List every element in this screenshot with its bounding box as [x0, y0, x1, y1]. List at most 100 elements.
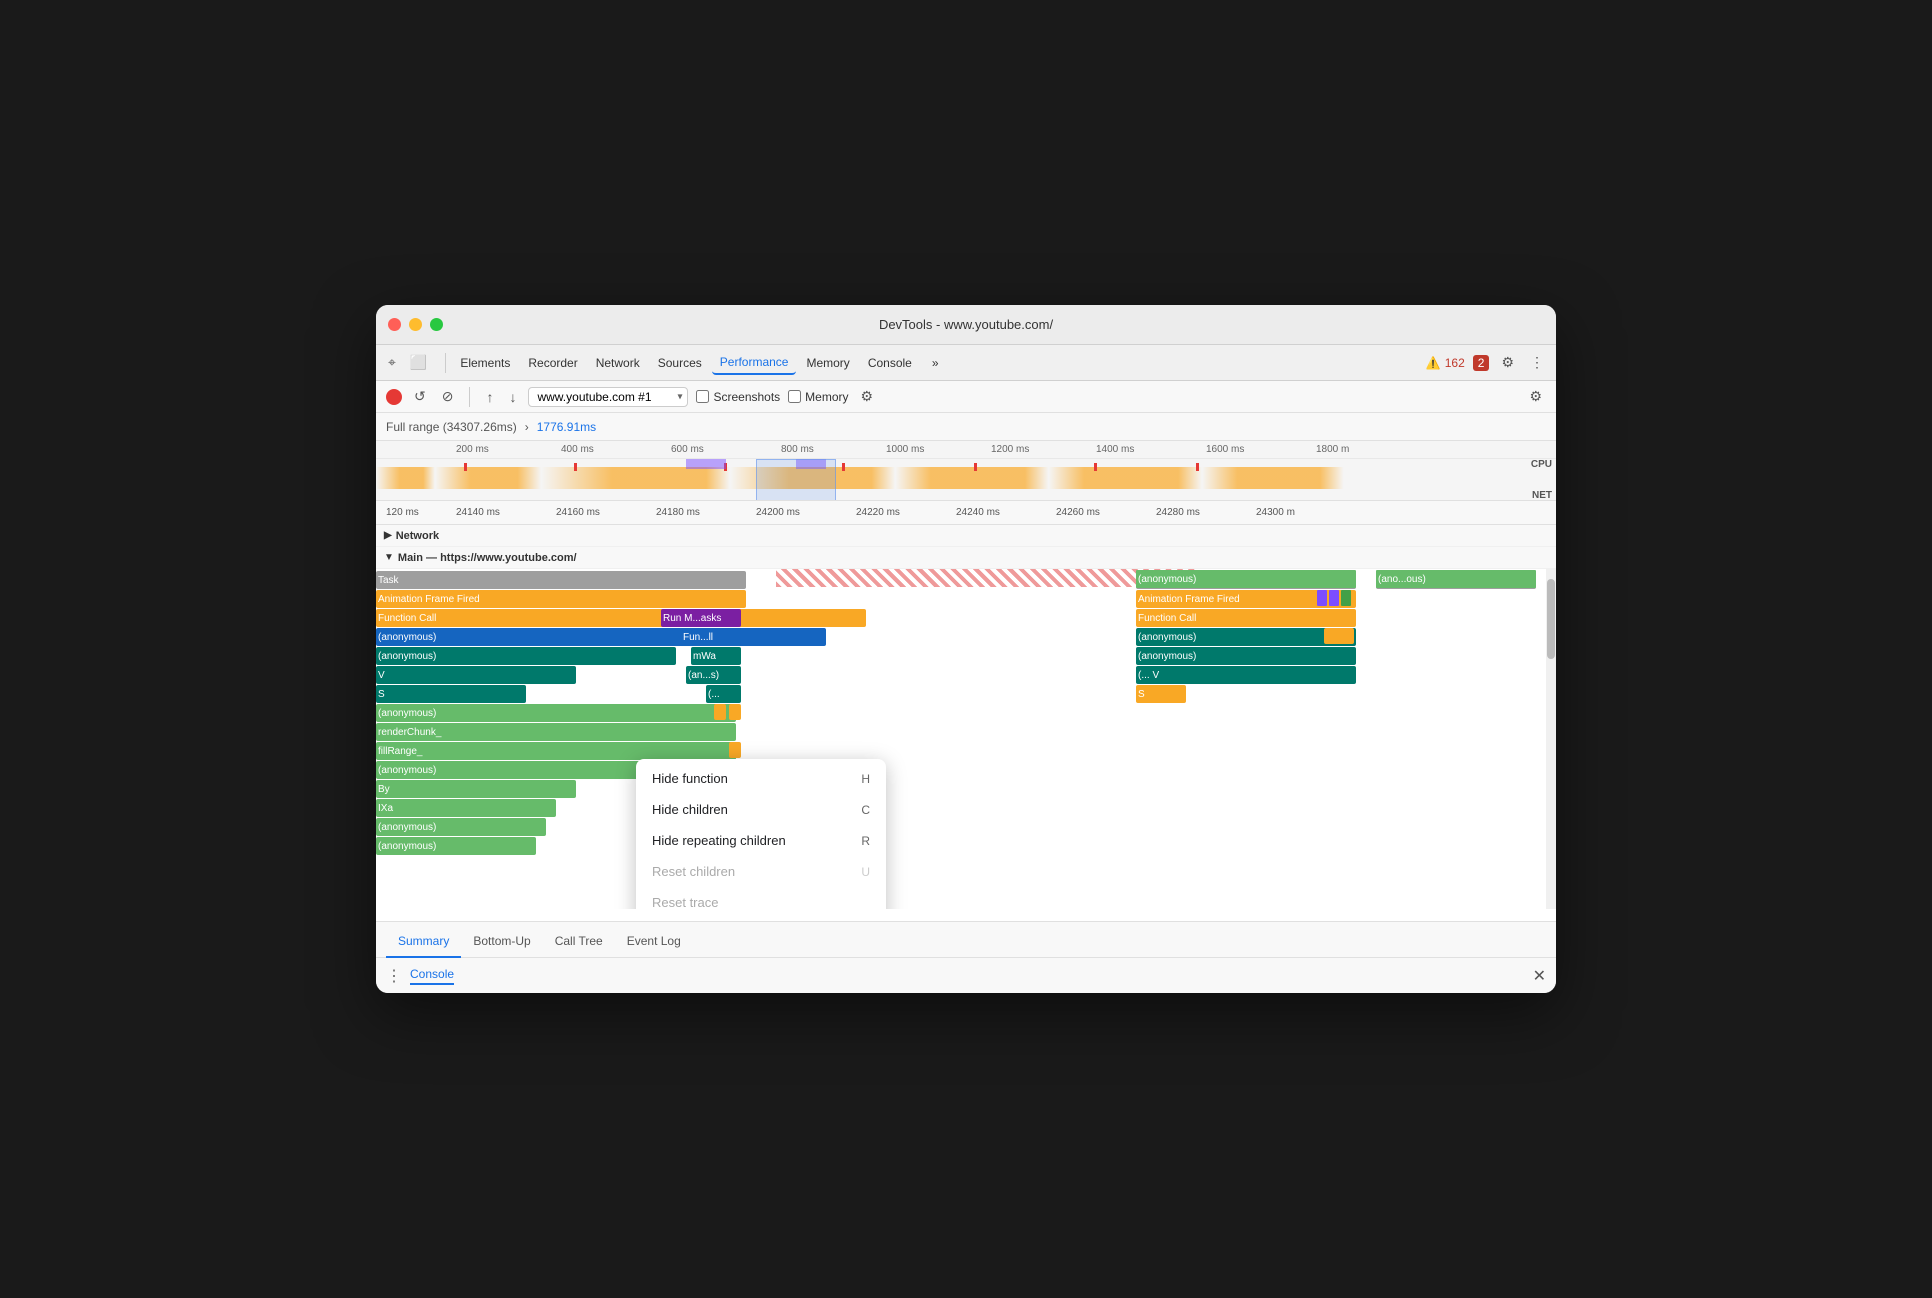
v-bar[interactable]: V — [376, 666, 576, 684]
overview-canvas: NET CPU — [376, 459, 1556, 501]
render-chunk-bar[interactable]: renderChunk_ — [376, 723, 736, 741]
more-options-icon[interactable]: ⋮ — [1526, 352, 1548, 373]
run-microtasks-bar[interactable]: Run M...asks — [661, 609, 741, 627]
red-mark-1 — [464, 463, 467, 471]
fun-ll-bar[interactable]: Fun...ll — [681, 628, 741, 646]
timeline-scrollbar[interactable] — [1546, 569, 1556, 909]
console-more-icon[interactable]: ⋮ — [386, 966, 402, 986]
timeline-tracks: ▶ Network ▼ Main — https://www.youtube.c… — [376, 525, 1556, 921]
timescale-mark-0: 200 ms — [456, 444, 489, 455]
function-call-bar[interactable]: Function Call — [376, 609, 866, 627]
reload-icon[interactable]: ↺ — [410, 386, 430, 407]
settings-icon[interactable]: ⚙ — [1497, 352, 1518, 373]
task-row-3: (anonymous) Fun...ll — [376, 627, 746, 645]
console-label[interactable]: Console — [410, 967, 454, 985]
anon-teal-bar-1[interactable]: (anonymous) — [376, 647, 676, 665]
purple-bar-1 — [686, 459, 726, 469]
anon-green-bar-4[interactable]: (anonymous) — [376, 837, 536, 855]
screenshots-checkbox-label[interactable]: Screenshots — [696, 390, 780, 404]
settings-icon-2[interactable]: ⚙ — [1525, 386, 1546, 407]
ctx-hide-children[interactable]: Hide children C — [636, 794, 886, 825]
flame-col-mid: Task Animation Frame Fired Function Call — [1136, 569, 1356, 855]
close-button[interactable] — [388, 318, 401, 331]
mid-v-bar[interactable]: (... V — [1136, 666, 1356, 684]
timescale-mark-4: 1000 ms — [886, 444, 924, 455]
ctx-hide-repeating[interactable]: Hide repeating children R — [636, 825, 886, 856]
ctx-hide-function-label: Hide function — [652, 771, 728, 786]
cursor-icon[interactable]: ⌖ — [384, 352, 400, 373]
more-tabs-button[interactable]: » — [924, 352, 947, 374]
ctx-hide-children-shortcut: C — [861, 803, 870, 817]
screenshots-checkbox[interactable] — [696, 390, 709, 403]
mid-s-bar[interactable]: S — [1136, 685, 1186, 703]
main-thread-section: ▼ Main — https://www.youtube.com/ — [376, 547, 1556, 569]
mid-s-row: S — [1136, 684, 1356, 702]
tab-bottom-up[interactable]: Bottom-Up — [461, 926, 542, 958]
record-button[interactable] — [386, 389, 402, 405]
tab-network[interactable]: Network — [588, 352, 648, 374]
ixa-bar[interactable]: IXa — [376, 799, 556, 817]
device-icon[interactable]: ⬜ — [406, 352, 431, 373]
fill-range-bar[interactable]: fillRange_ — [376, 742, 736, 760]
timescale-mark-7: 1600 ms — [1206, 444, 1244, 455]
by-bar[interactable]: By — [376, 780, 576, 798]
red-mark-5 — [974, 463, 977, 471]
scrollbar-thumb[interactable] — [1547, 579, 1555, 659]
tab-recorder[interactable]: Recorder — [520, 352, 585, 374]
right-anon-bar-6[interactable]: (ano...ous) — [1376, 570, 1536, 588]
overview-timescale: 200 ms 400 ms 600 ms 800 ms 1000 ms 1200… — [376, 441, 1556, 459]
download-icon[interactable]: ↓ — [505, 387, 520, 407]
paren-bar[interactable]: (... — [706, 685, 741, 703]
flame-chart: Task Animation Frame Fired Function Call… — [376, 569, 1556, 909]
ctx-hide-function[interactable]: Hide function H — [636, 763, 886, 794]
mwa-bar[interactable]: mWa — [691, 647, 741, 665]
main-expand-icon[interactable]: ▼ — [384, 552, 394, 563]
mid-func-row: Function Call — [1136, 608, 1356, 626]
memory-checkbox-label[interactable]: Memory — [788, 390, 848, 404]
clear-icon[interactable]: ⊘ — [438, 386, 458, 407]
tab-console[interactable]: Console — [860, 352, 920, 374]
ts-9: 24300 m — [1256, 507, 1295, 518]
tab-sources[interactable]: Sources — [650, 352, 710, 374]
maximize-button[interactable] — [430, 318, 443, 331]
task-bar-0[interactable]: Task — [376, 571, 746, 589]
animation-frame-bar[interactable]: Animation Frame Fired — [376, 590, 746, 608]
timeline-timescale: 120 ms 24140 ms 24160 ms 24180 ms 24200 … — [376, 501, 1556, 525]
cpu-activity — [376, 467, 1556, 489]
tab-event-log[interactable]: Event Log — [615, 926, 693, 958]
anon-green-bar[interactable]: (anonymous) — [376, 704, 736, 722]
memory-checkbox[interactable] — [788, 390, 801, 403]
capture-settings-icon[interactable]: ⚙ — [857, 386, 878, 407]
purple-ind-2 — [1329, 590, 1339, 606]
main-timeline: 120 ms 24140 ms 24160 ms 24180 ms 24200 … — [376, 501, 1556, 921]
timescale-mark-6: 1400 ms — [1096, 444, 1134, 455]
tab-performance[interactable]: Performance — [712, 351, 797, 375]
mid-func-bar[interactable]: Function Call — [1136, 609, 1356, 627]
s-bar[interactable]: S — [376, 685, 526, 703]
anon-blue-bar[interactable]: (anonymous) — [376, 628, 826, 646]
right-func-row: Func...Call — [1376, 608, 1536, 626]
selected-range[interactable]: 1776.91ms — [537, 420, 596, 434]
task-row-0: Task — [376, 570, 746, 588]
url-select[interactable]: www.youtube.com #1 — [528, 387, 688, 407]
yellow-indicator-2 — [714, 704, 726, 720]
tab-call-tree[interactable]: Call Tree — [543, 926, 615, 958]
anon-green-bar-3[interactable]: (anonymous) — [376, 818, 546, 836]
network-expand-icon[interactable]: ▶ — [384, 530, 392, 541]
mid-anon-bar-6[interactable]: (anonymous) — [1136, 570, 1356, 588]
task-row-9: fillRange_ — [376, 741, 746, 759]
network-label: Network — [396, 530, 596, 542]
minimize-button[interactable] — [409, 318, 422, 331]
warning-icon: ⚠️ — [1426, 356, 1441, 370]
upload-icon[interactable]: ↑ — [482, 387, 497, 407]
tab-summary[interactable]: Summary — [386, 926, 461, 958]
tab-memory[interactable]: Memory — [798, 352, 857, 374]
console-close-button[interactable]: ✕ — [1533, 966, 1546, 986]
screenshots-label: Screenshots — [713, 390, 780, 404]
ans-bar[interactable]: (an...s) — [686, 666, 741, 684]
mid-anon-bar-2[interactable]: (anonymous) — [1136, 647, 1356, 665]
tab-elements[interactable]: Elements — [452, 352, 518, 374]
mid-anon-bar-1[interactable]: (anonymous) — [1136, 628, 1356, 646]
right-anon-row-6: (ano...ous) — [1376, 836, 1536, 854]
ts-2: 24160 ms — [556, 507, 600, 518]
